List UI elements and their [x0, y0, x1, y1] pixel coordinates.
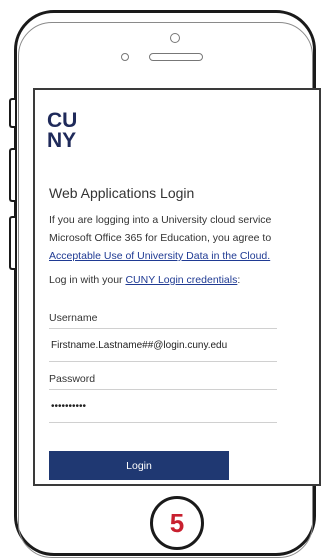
intro-line: Microsoft Office 365 for Education, you … [49, 232, 272, 244]
camera-icon [170, 33, 180, 43]
intro-text: If you are logging into a University clo… [49, 211, 271, 265]
acceptable-use-link[interactable]: Acceptable Use of University Data in the… [49, 247, 271, 265]
username-label: Username [49, 312, 98, 324]
speaker-grille [149, 53, 203, 61]
phone-side-button [9, 216, 15, 270]
sensor-icon [121, 53, 129, 61]
cuny-login-credentials-link[interactable]: CUNY Login credentials [125, 274, 237, 286]
home-button[interactable]: 5 [150, 496, 204, 550]
intro-line: If you are logging into a University clo… [49, 214, 272, 226]
password-input[interactable] [49, 389, 277, 423]
credentials-instruction: Log in with your CUNY Login credentials: [49, 274, 240, 286]
login-page: CU NY Web Applications Login If you are … [35, 90, 319, 484]
username-input[interactable] [49, 328, 277, 362]
credentials-prefix: Log in with your [49, 274, 126, 286]
cuny-logo: CU NY [47, 110, 93, 150]
page-title: Web Applications Login [49, 185, 195, 201]
credentials-suffix: : [237, 274, 241, 286]
step-number-badge: 5 [169, 508, 185, 538]
password-label: Password [49, 373, 96, 385]
cuny-logo-mark: CU NY [47, 110, 77, 150]
logo-line-2: NY [47, 129, 76, 150]
login-button[interactable]: Login [49, 451, 229, 480]
phone-side-button [9, 98, 15, 128]
phone-side-button [9, 148, 15, 202]
